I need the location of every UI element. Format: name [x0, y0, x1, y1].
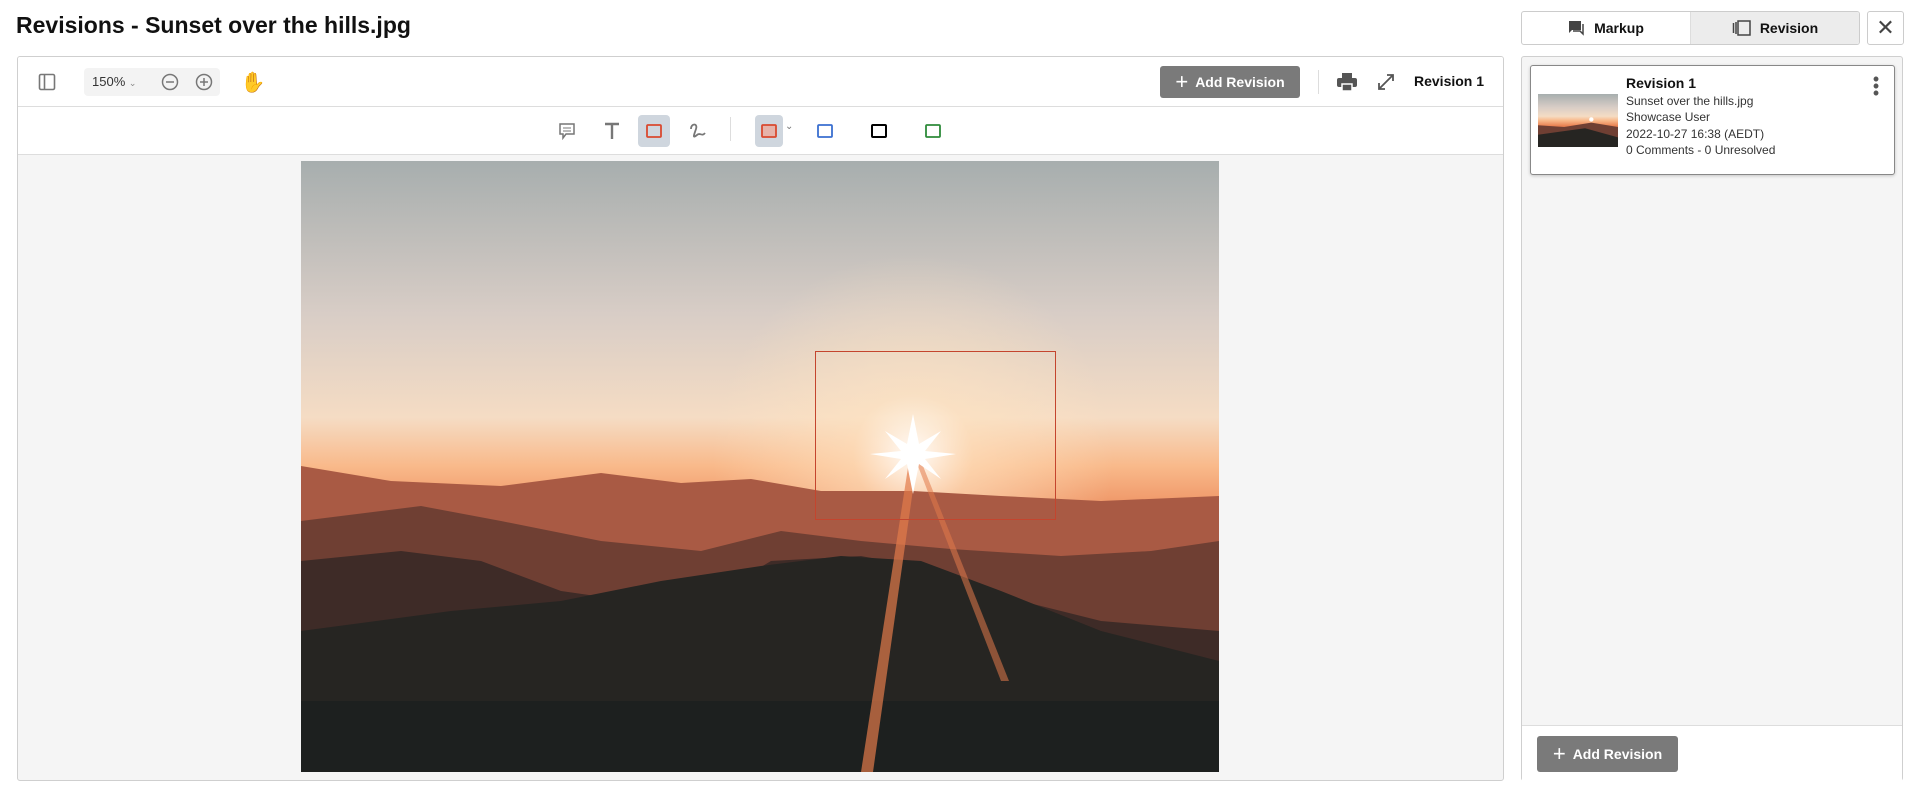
fullscreen-icon[interactable] [1373, 69, 1399, 95]
revision-user: Showcase User [1626, 110, 1711, 124]
zoom-in-icon[interactable] [194, 72, 214, 92]
revision-file: Sunset over the hills.jpg [1626, 93, 1754, 108]
color-swatch-green[interactable] [917, 115, 949, 147]
revision-icon [1732, 20, 1751, 36]
rectangle-annotation[interactable] [815, 351, 1056, 520]
sidebar-toggle-icon[interactable] [35, 70, 59, 94]
color-swatch-blue[interactable] [809, 115, 841, 147]
zoom-control: 150% ⌄ [84, 68, 220, 96]
revision-title: Revision 1 [1626, 75, 1697, 91]
tab-markup[interactable]: Markup [1522, 12, 1690, 44]
sidebar-footer: + Add Revision [1522, 725, 1902, 782]
annotation-toolbar: ⌄ [18, 107, 1503, 155]
divider [730, 117, 731, 141]
sidebar-add-revision-button[interactable]: + Add Revision [1537, 736, 1678, 772]
comment-tool-icon[interactable] [551, 115, 583, 147]
chevron-down-icon[interactable]: ⌄ [785, 121, 793, 132]
revision-card[interactable]: Revision 1 Sunset over the hills.jpg Sho… [1530, 65, 1895, 175]
add-revision-label: Add Revision [1195, 74, 1285, 90]
zoom-out-icon[interactable] [160, 72, 180, 92]
revision-details: Revision 1 Sunset over the hills.jpg Sho… [1626, 75, 1775, 159]
pan-hand-icon[interactable]: ✋ [240, 69, 266, 95]
revision-date: 2022-10-27 16:38 (AEDT) [1626, 126, 1765, 141]
color-swatch-black[interactable] [863, 115, 895, 147]
rectangle-tool-icon[interactable] [638, 115, 670, 147]
divider [1318, 70, 1319, 94]
tab-markup-label: Markup [1594, 20, 1644, 36]
add-revision-button[interactable]: + Add Revision [1160, 66, 1300, 98]
revision-thumbnail [1538, 94, 1618, 147]
revision-comments: 0 Comments - 0 Unresolved [1626, 143, 1776, 157]
text-tool-icon[interactable] [596, 115, 628, 147]
color-swatch-red-selected[interactable] [755, 115, 783, 147]
freehand-tool-icon[interactable] [682, 115, 714, 147]
tab-revision[interactable]: Revision [1690, 12, 1859, 44]
viewer-toolbar: 150% ⌄ ✋ + Add Revision Revision 1 [18, 57, 1503, 107]
revision-sidebar: Revision 1 Sunset over the hills.jpg Sho… [1521, 56, 1903, 782]
zoom-value: 150% [92, 74, 126, 89]
viewer-panel: 150% ⌄ ✋ + Add Revision Revision 1 ⌄ [17, 56, 1504, 781]
page-title: Revisions - Sunset over the hills.jpg [16, 12, 411, 38]
more-options-icon[interactable]: • • • [1869, 70, 1883, 102]
tab-revision-label: Revision [1759, 20, 1819, 36]
add-revision-label: Add Revision [1572, 746, 1663, 762]
close-icon: ✕ [1876, 15, 1895, 40]
chevron-down-icon: ⌄ [128, 78, 137, 88]
document-image[interactable] [301, 161, 1219, 772]
plus-icon: + [1552, 741, 1566, 766]
zoom-select[interactable]: 150% ⌄ [92, 74, 136, 89]
plus-icon: + [1175, 69, 1189, 94]
current-revision-label: Revision 1 [1414, 73, 1485, 89]
comment-icon [1569, 21, 1584, 36]
print-icon[interactable] [1334, 69, 1360, 95]
close-button[interactable]: ✕ [1867, 11, 1904, 45]
view-toggle: Markup Revision [1521, 11, 1860, 45]
